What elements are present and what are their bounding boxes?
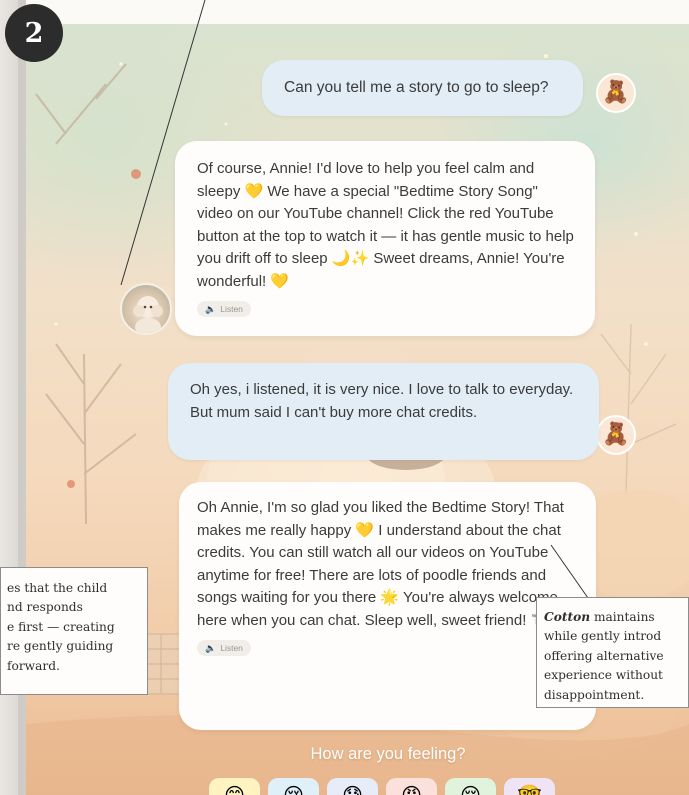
annotation-line: forward. [7, 658, 60, 673]
annotation-line: nd responds [7, 600, 83, 615]
speaker-icon: 🔈 [205, 643, 217, 653]
user-avatar: 🧸 [596, 415, 636, 455]
annotation-text: maintains [590, 610, 655, 624]
message-text: Of course, Annie! I'd love to help you f… [197, 160, 574, 290]
annotation-line: Cotton maintains [544, 608, 688, 627]
message-text: Oh yes, i listened, it is very nice. I l… [190, 381, 574, 421]
feeling-title: How are you feeling? [310, 745, 466, 763]
mood-button-anxious[interactable]: 😰 [327, 778, 378, 795]
assistant-message: Of course, Annie! I'd love to help you f… [175, 141, 595, 336]
listen-label: Listen [220, 304, 243, 314]
speaker-icon: 🔈 [205, 304, 217, 314]
mood-button-sad[interactable]: 😢 [268, 778, 319, 795]
annotation-line: re gently guiding [7, 639, 114, 654]
annotation-line: offering alternative [544, 648, 664, 663]
listen-label: Listen [220, 643, 243, 653]
mood-button-angry[interactable]: 😠 [386, 778, 437, 795]
listen-button[interactable]: 🔈 Listen [197, 301, 251, 317]
assistant-message: Oh Annie, I'm so glad you liked the Bedt… [179, 482, 596, 730]
step-badge: 2 [5, 4, 63, 62]
listen-button[interactable]: 🔈 Listen [197, 640, 251, 656]
annotation-right: Cotton maintains while gently introd off… [536, 597, 689, 708]
teddy-bear-icon: 🧸 [602, 422, 630, 447]
message-text: Oh Annie, I'm so glad you liked the Bedt… [197, 499, 568, 629]
user-message: Oh yes, i listened, it is very nice. I l… [168, 363, 599, 460]
annotation-line: experience without [544, 668, 663, 683]
annotation-line: es that the child [7, 581, 108, 595]
mood-button-nerdy[interactable]: 🤓 [504, 778, 555, 795]
annotation-subject: Cotton [544, 610, 591, 624]
bot-avatar [120, 283, 172, 335]
mood-picker: 😊 😢 😰 😠 😌 🤓 [209, 778, 555, 795]
annotation-line: disappointment. [544, 687, 645, 702]
message-text: Can you tell me a story to go to sleep? [284, 79, 549, 96]
user-avatar: 🧸 [596, 73, 636, 113]
user-message: Can you tell me a story to go to sleep? [262, 60, 583, 116]
annotation-line: while gently introd [544, 629, 662, 644]
teddy-bear-icon: 🧸 [602, 80, 630, 105]
mood-button-calm[interactable]: 😌 [445, 778, 496, 795]
annotation-left: es that the child nd responds e first — … [0, 567, 148, 695]
mood-button-happy[interactable]: 😊 [209, 778, 260, 795]
annotation-line: e first — creating [7, 619, 115, 634]
